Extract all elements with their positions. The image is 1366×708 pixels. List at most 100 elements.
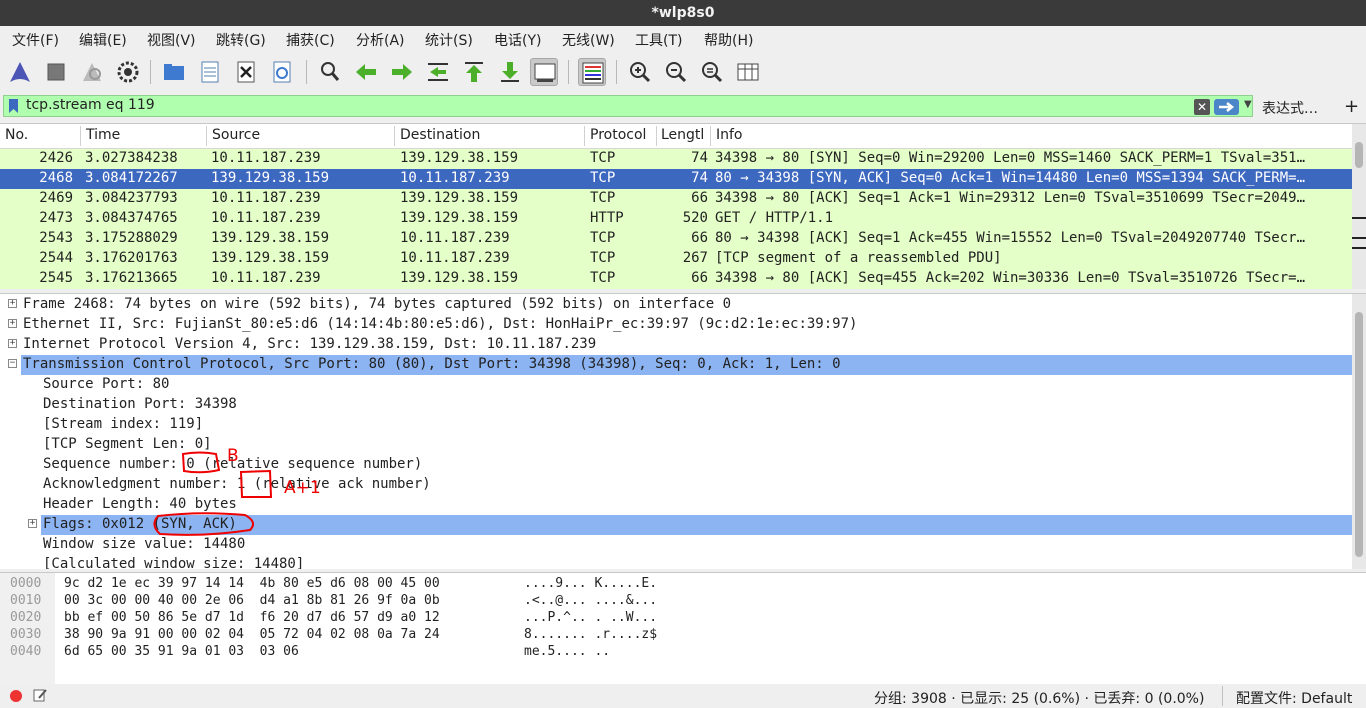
detail-row[interactable]: + Ethernet II, Src: FujianSt_80:e5:d6 (14…	[0, 315, 1352, 335]
details-scrollbar[interactable]	[1352, 294, 1366, 569]
reload-icon[interactable]	[268, 58, 296, 86]
search-icon[interactable]	[316, 58, 344, 86]
menu-telephony[interactable]: 电话(Y)	[494, 30, 541, 50]
open-folder-icon[interactable]	[160, 58, 188, 86]
display-filter-input[interactable]: tcp.stream eq 119 ✕ ▼	[3, 95, 1253, 117]
column-divider[interactable]	[656, 126, 657, 146]
cell-length: 66	[691, 270, 708, 286]
hex-ascii[interactable]: me.5.... ..	[524, 644, 610, 659]
menu-help[interactable]: 帮助(H)	[704, 30, 753, 50]
menu-analyze[interactable]: 分析(A)	[356, 30, 405, 50]
packet-list-scrollbar[interactable]	[1352, 124, 1366, 289]
detail-row[interactable]: Source Port: 80	[0, 375, 1352, 395]
cell-source: 139.129.38.159	[211, 230, 330, 246]
column-divider[interactable]	[710, 126, 711, 146]
goto-packet-icon[interactable]	[424, 58, 452, 86]
column-divider[interactable]	[584, 126, 585, 146]
column-header-protocol[interactable]: Protocol	[590, 127, 646, 143]
column-divider[interactable]	[394, 126, 395, 146]
hex-ascii[interactable]: ....9... K.....E.	[524, 576, 657, 591]
menu-capture[interactable]: 捕获(C)	[286, 30, 335, 50]
detail-row[interactable]: Header Length: 40 bytes	[0, 495, 1352, 515]
cell-time: 3.027384238	[85, 150, 178, 166]
column-header-source[interactable]: Source	[212, 127, 260, 143]
menu-tools[interactable]: 工具(T)	[635, 30, 682, 50]
detail-row[interactable]: Acknowledgment number: 1 (relative ack n…	[0, 475, 1352, 495]
detail-row[interactable]: [Calculated window size: 14480]	[0, 555, 1352, 569]
collapse-icon[interactable]: −	[8, 359, 17, 368]
column-header-no[interactable]: No.	[5, 127, 28, 143]
column-divider[interactable]	[80, 126, 81, 146]
menu-view[interactable]: 视图(V)	[147, 30, 196, 50]
hex-bytes[interactable]: 00 3c 00 00 40 00 2e 06 d4 a1 8b 81 26 9…	[64, 593, 440, 608]
packet-row[interactable]: 2426 3.027384238 10.11.187.239 139.129.38.1…	[0, 149, 1352, 169]
restart-icon[interactable]	[78, 58, 106, 86]
close-file-icon[interactable]	[232, 58, 260, 86]
edit-comment-icon[interactable]	[33, 688, 47, 702]
colorize-icon[interactable]	[578, 58, 606, 86]
detail-row[interactable]: − Transmission Control Protocol, Src Port…	[0, 355, 1352, 375]
detail-row[interactable]: + Flags: 0x012 (SYN, ACK)	[0, 515, 1352, 535]
expression-button[interactable]: 表达式…	[1262, 98, 1318, 118]
packet-row[interactable]: 2469 3.084237793 10.11.187.239 139.129.38.1…	[0, 189, 1352, 209]
hex-bytes[interactable]: bb ef 00 50 86 5e d7 1d f6 20 d7 d6 57 d…	[64, 610, 440, 625]
scroll-thumb[interactable]	[1355, 312, 1363, 557]
profile-label[interactable]: 配置文件: Default	[1236, 688, 1352, 708]
forward-arrow-icon[interactable]	[388, 58, 416, 86]
hex-ascii[interactable]: ...P.^.. . ..W...	[524, 610, 657, 625]
column-header-time[interactable]: Time	[86, 127, 120, 143]
scroll-thumb[interactable]	[1355, 142, 1363, 168]
first-packet-icon[interactable]	[460, 58, 488, 86]
detail-row[interactable]: Sequence number: 0 (relative sequence nu…	[0, 455, 1352, 475]
expand-icon[interactable]: +	[28, 519, 37, 528]
zoom-out-icon[interactable]	[662, 58, 690, 86]
packet-row[interactable]: 2544 3.176201763 139.129.38.159 10.11.187.2…	[0, 249, 1352, 269]
zoom-reset-icon[interactable]	[698, 58, 726, 86]
file-icon[interactable]	[196, 58, 224, 86]
chevron-down-icon[interactable]: ▼	[1244, 99, 1252, 110]
packet-row[interactable]: 2543 3.175288029 139.129.38.159 10.11.187.2…	[0, 229, 1352, 249]
hex-bytes[interactable]: 9c d2 1e ec 39 97 14 14 4b 80 e5 d6 08 0…	[64, 576, 440, 591]
detail-row[interactable]: Window size value: 14480	[0, 535, 1352, 555]
clear-filter-icon[interactable]: ✕	[1194, 99, 1210, 115]
detail-row[interactable]: + Internet Protocol Version 4, Src: 139.1…	[0, 335, 1352, 355]
apply-filter-icon[interactable]	[1214, 99, 1239, 115]
detail-row[interactable]: Destination Port: 34398	[0, 395, 1352, 415]
stop-icon[interactable]	[42, 58, 70, 86]
menu-file[interactable]: 文件(F)	[12, 30, 59, 50]
packet-row[interactable]: 2545 3.176213665 10.11.187.239 139.129.38.1…	[0, 269, 1352, 289]
menu-statistics[interactable]: 统计(S)	[425, 30, 473, 50]
expert-info-icon[interactable]	[10, 690, 22, 702]
expand-icon[interactable]: +	[8, 339, 17, 348]
menu-go[interactable]: 跳转(G)	[216, 30, 266, 50]
add-filter-button[interactable]: +	[1344, 96, 1359, 117]
menu-wireless[interactable]: 无线(W)	[562, 30, 615, 50]
cell-source: 10.11.187.239	[211, 150, 321, 166]
column-divider[interactable]	[206, 126, 207, 146]
column-header-length[interactable]: Lengtl	[661, 127, 709, 143]
hex-bytes[interactable]: 38 90 9a 91 00 00 02 04 05 72 04 02 08 0…	[64, 627, 440, 642]
gear-options-icon[interactable]	[114, 58, 142, 86]
resize-columns-icon[interactable]	[734, 58, 762, 86]
zoom-in-icon[interactable]	[626, 58, 654, 86]
filter-text: tcp.stream eq 119	[26, 97, 155, 113]
hex-bytes[interactable]: 6d 65 00 35 91 9a 01 03 03 06	[64, 644, 299, 659]
menu-edit[interactable]: 编辑(E)	[79, 30, 127, 50]
detail-row[interactable]: [TCP Segment Len: 0]	[0, 435, 1352, 455]
packet-row[interactable]: 2473 3.084374765 10.11.187.239 139.129.38.1…	[0, 209, 1352, 229]
cell-no: 2469	[39, 190, 73, 206]
expand-icon[interactable]: +	[8, 319, 17, 328]
hex-ascii[interactable]: .<..@... ....&...	[524, 593, 657, 608]
expand-icon[interactable]: +	[8, 299, 17, 308]
selected-packet-row[interactable]: 2468 3.084172267 139.129.38.159 10.11.187.2…	[0, 169, 1352, 189]
bookmark-icon[interactable]	[9, 99, 18, 113]
column-header-info[interactable]: Info	[716, 127, 743, 143]
shark-fin-start-icon[interactable]	[6, 58, 34, 86]
autoscroll-icon[interactable]	[530, 58, 558, 86]
last-packet-icon[interactable]	[496, 58, 524, 86]
back-arrow-icon[interactable]	[352, 58, 380, 86]
hex-ascii[interactable]: 8....... .r....z$	[524, 627, 657, 642]
detail-row[interactable]: [Stream index: 119]	[0, 415, 1352, 435]
column-header-destination[interactable]: Destination	[400, 127, 480, 143]
detail-row[interactable]: + Frame 2468: 74 bytes on wire (592 bits)…	[0, 295, 1352, 315]
